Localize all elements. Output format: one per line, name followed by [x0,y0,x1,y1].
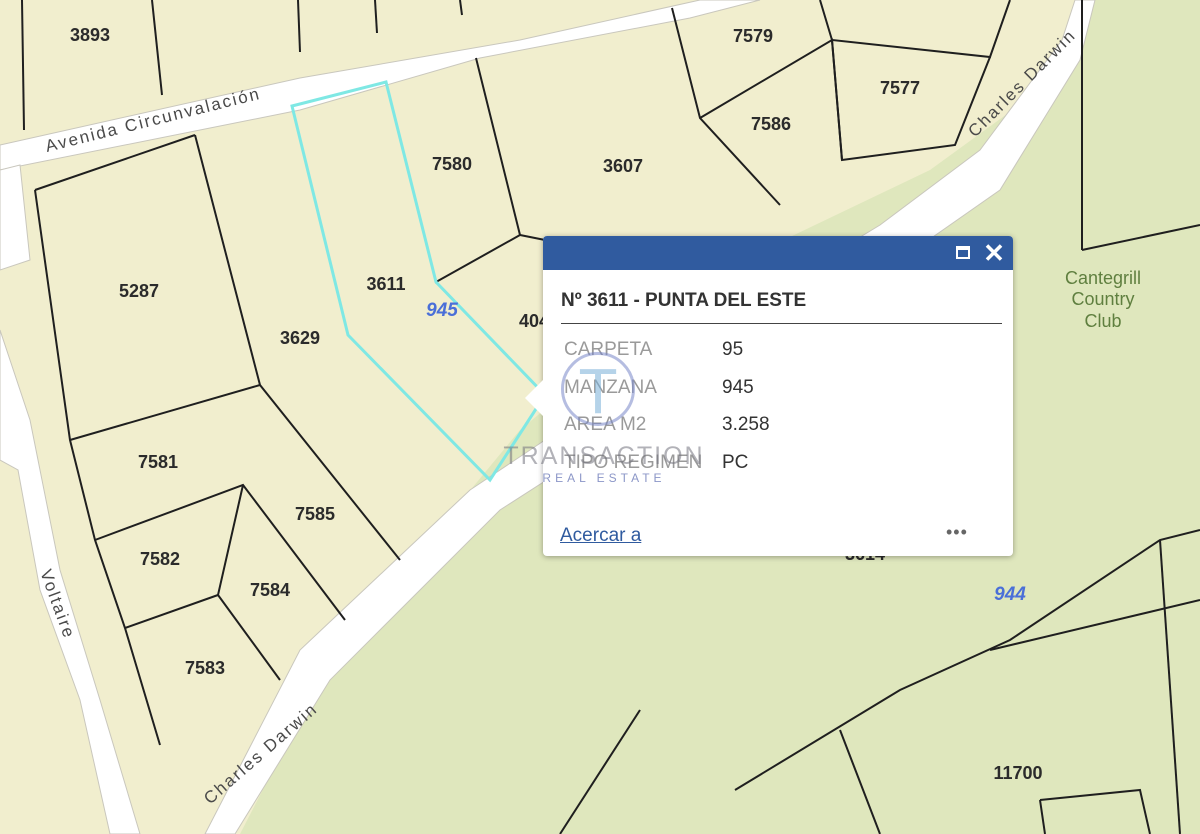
lot-11700: 11700 [993,763,1042,783]
attribute-value: 945 [722,376,754,398]
attribute-row: MANZANA 945 [564,377,770,415]
lot-7581: 7581 [138,452,178,472]
lot-7586: 7586 [751,114,791,134]
maximize-icon[interactable] [953,242,975,264]
attribute-row: AREA M2 3.258 [564,414,770,452]
lot-7579: 7579 [733,26,773,46]
lot-7585: 7585 [295,504,335,524]
attribute-value: 95 [722,339,744,360]
parcel-info-popup: ✕ Nº 3611 - PUNTA DEL ESTE CARPETA 95 MA… [525,236,1013,556]
attribute-row: CARPETA 95 [564,339,770,377]
close-icon[interactable]: ✕ [983,240,1005,266]
lot-3611: 3611 [366,274,405,294]
lot-3629: 3629 [280,328,320,348]
attribute-row: TIPO REGIMEN PC [564,452,770,490]
block-944: 944 [994,584,1026,605]
zoom-to-link[interactable]: Acercar a [560,525,641,547]
area-label-line3: Club [1084,311,1121,331]
more-options-icon[interactable]: ••• [946,522,968,543]
lot-5287: 5287 [119,281,159,301]
attribute-key: CARPETA [564,339,653,360]
lot-7580: 7580 [432,154,472,174]
popup-divider [561,323,1002,324]
block-945: 945 [426,300,458,321]
popup-title: Nº 3611 - PUNTA DEL ESTE [561,290,807,311]
attribute-value: PC [722,451,749,473]
popup-header: ✕ [543,236,1013,270]
lot-7583: 7583 [185,658,225,678]
lot-7577: 7577 [880,78,920,98]
area-label-line2: Country [1071,289,1134,309]
attribute-key: TIPO REGIMEN [564,451,703,473]
lot-3893: 3893 [70,25,110,45]
attribute-table: CARPETA 95 MANZANA 945 AREA M2 3.258 TIP… [564,339,770,489]
lot-3607: 3607 [603,156,643,176]
area-label-line1: Cantegrill [1065,268,1141,288]
lot-7584: 7584 [250,580,290,600]
attribute-key: MANZANA [564,376,657,398]
popup-pointer [525,380,543,416]
attribute-value: 3.258 [722,414,770,435]
attribute-key: AREA M2 [564,414,647,435]
lot-7582: 7582 [140,549,180,569]
